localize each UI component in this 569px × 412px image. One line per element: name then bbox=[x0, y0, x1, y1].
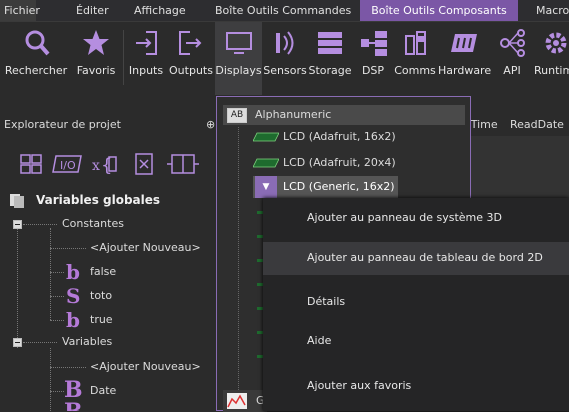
context-menu: Ajouter au panneau de système 3D Ajouter… bbox=[263, 198, 569, 411]
lcd-generic-16x2-item[interactable]: ▼ LCD (Generic, 16x2) bbox=[253, 176, 398, 198]
string-icon: S bbox=[66, 284, 81, 308]
pin-icon[interactable]: ⊕ bbox=[206, 115, 215, 135]
menu-tab-macro[interactable]: Macro bbox=[536, 0, 569, 21]
sensor-icon bbox=[276, 31, 294, 55]
ribbon-inputs-button[interactable]: Inputs bbox=[128, 22, 164, 95]
ribbon-rechercher-button[interactable]: Rechercher bbox=[4, 22, 68, 95]
ribbon-comms-button[interactable]: Comms bbox=[393, 22, 437, 95]
io-icon[interactable]: I/O bbox=[52, 154, 82, 174]
variable-icon[interactable]: x { bbox=[92, 152, 122, 176]
tree-node-ajouter-nouveau[interactable]: <Ajouter Nouveau> bbox=[90, 238, 201, 258]
add-to-2d-dashboard-item[interactable]: Ajouter au panneau de tableau de bord 2D bbox=[307, 248, 543, 268]
grid-add-icon[interactable] bbox=[20, 154, 42, 174]
tree-node-variables[interactable]: Variables bbox=[62, 332, 112, 352]
boolean-icon: b bbox=[66, 308, 80, 332]
collapse-variables-icon[interactable] bbox=[13, 338, 22, 347]
delete-icon[interactable] bbox=[134, 152, 154, 176]
tree-line bbox=[50, 391, 64, 392]
variable-columns-header: /Time ReadDate bbox=[462, 115, 569, 135]
menu-tab-fichier[interactable]: Fichier bbox=[0, 0, 40, 21]
menu-tab-editer[interactable]: Éditer bbox=[76, 0, 109, 21]
svg-text:{: { bbox=[101, 155, 112, 176]
add-to-favorites-item[interactable]: Ajouter aux favoris bbox=[307, 376, 411, 396]
collapse-constantes-icon[interactable] bbox=[13, 220, 22, 229]
tree-line bbox=[50, 248, 86, 249]
tree-line bbox=[50, 228, 51, 320]
tree-node-constantes[interactable]: Constantes bbox=[62, 214, 124, 234]
menu-bar: Fichier Éditer Affichage Boîte Outils Co… bbox=[0, 0, 569, 22]
tree-line bbox=[238, 127, 239, 412]
boolean-icon: b bbox=[66, 260, 80, 284]
byte-icon: B bbox=[64, 399, 83, 411]
tree-line bbox=[17, 228, 18, 348]
star-icon bbox=[83, 30, 109, 55]
runtime-icon bbox=[545, 32, 567, 54]
tree-line bbox=[50, 296, 64, 297]
help-item[interactable]: Aide bbox=[307, 331, 331, 351]
project-explorer-tree: Variables globales Constantes <Ajouter N… bbox=[0, 186, 216, 411]
project-explorer-header: Explorateur de projet ⊕ bbox=[0, 115, 216, 135]
comms-icon bbox=[405, 31, 426, 55]
ribbon-runtime-button[interactable]: Runtim bbox=[532, 22, 569, 95]
tree-line bbox=[50, 272, 64, 273]
project-explorer-title: Explorateur de projet bbox=[4, 118, 121, 131]
tree-node-const[interactable]: false bbox=[90, 262, 116, 282]
tree-line bbox=[50, 367, 86, 368]
tree-line bbox=[23, 224, 57, 225]
alphanumeric-icon: AB bbox=[227, 108, 247, 123]
category-alphanumeric[interactable]: AB Alphanumeric bbox=[223, 105, 465, 125]
tree-node-ajouter-nouveau[interactable]: <Ajouter Nouveau> bbox=[90, 357, 201, 377]
ribbon-outputs-button[interactable]: Outputs bbox=[168, 22, 214, 95]
component-icon[interactable] bbox=[166, 152, 200, 176]
globals-icon bbox=[10, 194, 24, 208]
svg-text:x: x bbox=[92, 158, 100, 174]
tree-node-var[interactable]: Date bbox=[90, 381, 116, 401]
tree-line bbox=[50, 348, 51, 411]
tree-line bbox=[23, 342, 57, 343]
category-graphical[interactable]: G bbox=[223, 390, 267, 412]
dsp-icon bbox=[361, 31, 387, 56]
menu-tab-affichage[interactable]: Affichage bbox=[134, 0, 186, 21]
storage-icon bbox=[318, 32, 342, 54]
search-icon bbox=[25, 30, 50, 56]
ribbon-separator bbox=[123, 30, 124, 85]
chevron-down-icon[interactable]: ▼ bbox=[255, 176, 277, 198]
tree-node-const[interactable]: true bbox=[90, 310, 113, 330]
ribbon-dsp-button[interactable]: DSP bbox=[355, 22, 391, 95]
hardware-icon bbox=[451, 34, 477, 52]
ribbon-toolbar: Rechercher Favoris Inputs Outputs Displa… bbox=[0, 22, 569, 95]
chart-icon bbox=[227, 393, 247, 409]
ribbon-storage-button[interactable]: Storage bbox=[307, 22, 353, 95]
ribbon-hardware-button[interactable]: Hardware bbox=[438, 22, 491, 95]
tree-node-const[interactable]: toto bbox=[90, 286, 112, 306]
ribbon-favoris-button[interactable]: Favoris bbox=[72, 22, 120, 95]
project-explorer-toolbar: I/O x { bbox=[0, 146, 216, 180]
menu-tab-commandes[interactable]: Boîte Outils Commandes bbox=[215, 0, 351, 21]
details-item[interactable]: Détails bbox=[307, 292, 345, 312]
lcd-icon bbox=[253, 132, 279, 142]
display-icon bbox=[226, 32, 252, 54]
api-icon bbox=[500, 29, 525, 57]
output-icon bbox=[179, 31, 202, 55]
ribbon-displays-button[interactable]: Displays bbox=[215, 22, 262, 95]
add-to-3d-panel-item[interactable]: Ajouter au panneau de système 3D bbox=[307, 208, 502, 228]
svg-text:I/O: I/O bbox=[60, 159, 76, 172]
input-icon bbox=[136, 31, 157, 55]
menu-tab-composants[interactable]: Boîte Outils Composants bbox=[360, 0, 518, 21]
ribbon-api-button[interactable]: API bbox=[495, 22, 529, 95]
ribbon-sensors-button[interactable]: Sensors bbox=[263, 22, 307, 95]
tree-line bbox=[50, 320, 64, 321]
lcd-icon bbox=[253, 158, 279, 168]
